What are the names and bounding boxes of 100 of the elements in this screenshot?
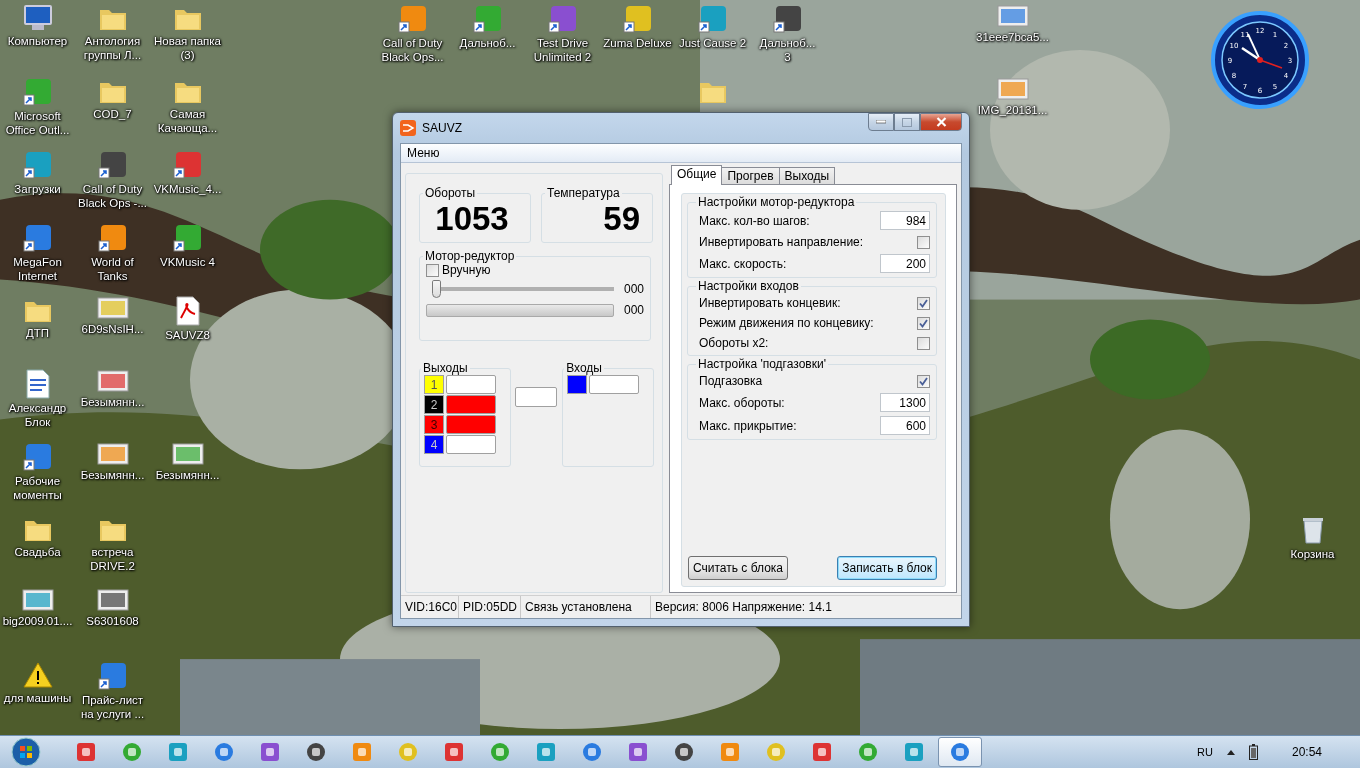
icon-label[interactable]: Свадьба [14,545,61,559]
taskbar-button[interactable] [938,737,982,767]
output-number: 3 [424,415,444,434]
icon-label[interactable]: COD_7 [93,107,132,121]
group-title: Обороты [424,186,477,200]
number-field[interactable]: 1300 [880,393,930,412]
minimize-button[interactable] [868,113,894,131]
image-file-icon [996,4,1029,28]
group-title: Настройки мотор-редуктора [697,195,856,209]
icon-label[interactable]: World of Tanks [91,255,134,283]
icon-label[interactable]: для машины [3,691,72,705]
icon-label[interactable]: MegaFon Internet [13,255,62,283]
checkbox[interactable] [917,316,930,330]
action-button[interactable]: Записать в блок [837,556,937,580]
app-icon [697,4,728,34]
group-title: Мотор-редуктор [424,249,516,263]
app-icon [76,742,96,762]
icon-label[interactable]: Антология группы Л... [83,34,142,62]
app-icon [536,742,556,762]
group-title: Входы [565,361,603,375]
clock-time[interactable]: 20:54 [1291,745,1322,759]
app-icon [397,4,428,34]
app-icon [772,4,803,34]
app-icon [812,742,832,762]
close-button[interactable] [920,113,962,131]
checkbox-label: Вручную [442,263,491,277]
app-icon [97,150,128,180]
icon-label[interactable]: S6301608 [86,614,139,628]
icon-label[interactable]: VKMusic 4 [160,255,215,269]
readout-value: 59 [602,200,641,238]
checkbox[interactable] [917,374,930,388]
icon-label[interactable]: Безымянн... [155,468,220,482]
app-icon [444,742,464,762]
tab[interactable]: Выходы [778,167,836,185]
output-number: 1 [424,375,444,394]
app-icon [168,742,188,762]
setting-label: Инвертировать направление: [699,235,864,249]
battery-icon[interactable] [1248,744,1258,760]
action-button[interactable]: Считать с блока [688,556,788,580]
setting-label: Макс. кол-во шагов: [699,213,810,228]
setting-label: Макс. прикрытие: [699,418,797,433]
setting-label: Макс. скорость: [699,256,787,271]
icon-label[interactable]: Дальноб... [459,36,516,50]
app-icon [858,742,878,762]
app-icon [904,742,924,762]
icon-label[interactable]: Zuma Deluxe [603,36,672,50]
window-title: SAUVZ [422,121,463,135]
recycle-bin-icon [1300,515,1325,545]
icon-label[interactable]: Рабочие моменты [13,474,62,502]
setting-label: Режим движения по концевику: [699,316,874,330]
icon-label[interactable]: Безымянн... [80,468,145,482]
value-field [514,387,558,407]
icon-label[interactable]: Компьютер [7,34,68,48]
checkbox[interactable] [426,263,439,277]
number-field[interactable]: 200 [880,254,930,273]
checkbox[interactable] [917,336,930,350]
checkbox[interactable] [917,296,930,310]
monitor-icon [21,4,54,32]
menu-item[interactable]: Меню [405,146,442,160]
icon-label[interactable]: VKMusic_4... [153,182,222,196]
language-indicator[interactable]: RU [1197,746,1213,758]
setting-label: Макс. обороты: [699,395,785,410]
icon-label[interactable]: Александр Блок [8,401,67,429]
icon-label[interactable]: встреча DRIVE.2 [90,545,135,573]
icon-label[interactable]: Test Drive Unlimited 2 [533,36,592,64]
status-text: Версия: 8006 Напряжение: 14.1 [654,599,833,616]
group-title: Температура [546,186,621,200]
image-file-icon [96,369,129,393]
app-icon [22,77,53,107]
icon-label[interactable]: Корзина [1290,547,1335,561]
icon-label[interactable]: Безымянн... [80,395,145,409]
checkbox[interactable] [917,235,930,249]
icon-label[interactable]: Прайс-лист на услуги ... [80,693,145,721]
icon-label[interactable]: ДТП [25,326,50,340]
tab[interactable]: Прогрев [721,167,780,185]
warning-icon [22,661,53,689]
icon-label[interactable]: 6D9sNsIH... [81,322,144,336]
image-file-icon [21,588,54,612]
start-button[interactable] [8,737,44,767]
icon-label[interactable]: Call of Duty Black Ops... [381,36,444,64]
icon-label[interactable]: Загрузки [14,182,61,196]
setting-label: Обороты х2: [699,336,769,350]
app-icon [472,4,503,34]
icon-label[interactable]: Call of Duty Black Ops -... [78,182,147,210]
tab[interactable]: Общие [671,165,723,185]
progress-reading: 000 [623,303,644,317]
icon-label[interactable]: big2009.01.... [2,614,73,628]
number-field[interactable]: 600 [880,416,930,435]
icon-label[interactable]: Microsoft Office Outl... [5,109,70,137]
number-field[interactable]: 984 [880,211,930,230]
icon-label[interactable]: Новая папка (3) [154,34,221,62]
slider-thumb[interactable] [432,280,441,298]
image-file-icon [96,296,129,320]
app-icon [22,150,53,180]
caret-icon[interactable] [1226,749,1235,755]
image-file-icon [96,588,129,612]
icon-label[interactable]: Самая Качающа... [157,107,218,135]
icon-label[interactable]: SAUVZ8 [165,328,210,342]
app-icon [172,150,203,180]
maximize-button[interactable] [894,113,920,131]
